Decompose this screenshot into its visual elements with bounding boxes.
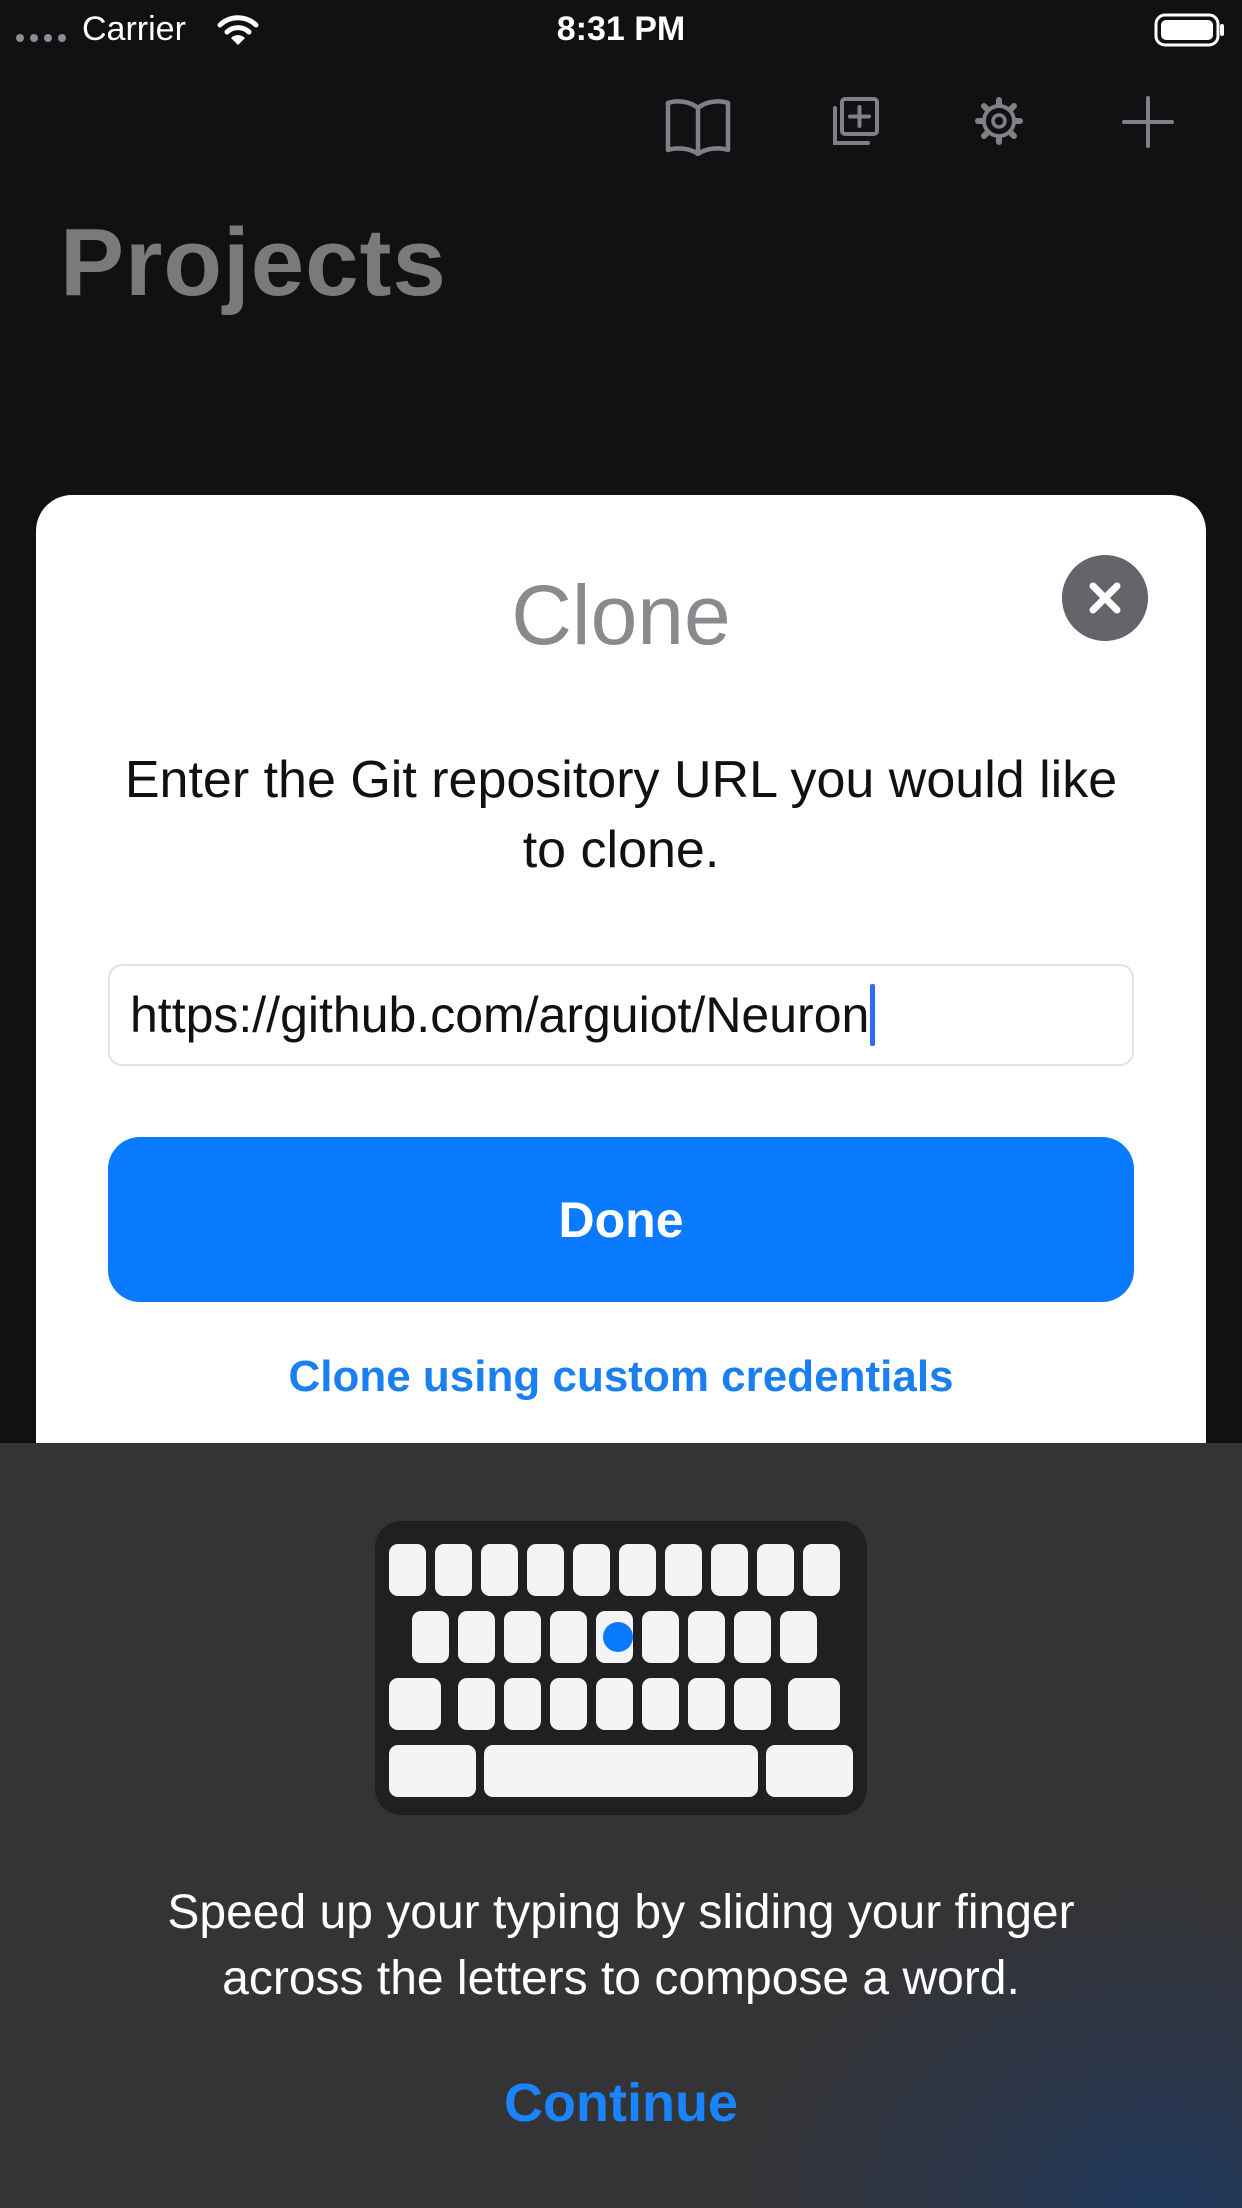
keyboard-illustration-icon [375,1521,867,1815]
page-title: Projects [60,209,447,316]
add-copy-icon[interactable] [830,96,880,148]
status-bar: Carrier 8:31 PM [0,0,1242,60]
book-icon[interactable] [664,96,732,156]
status-time: 8:31 PM [556,10,686,48]
url-input-value: https://github.com/arguiot/Neuron [130,987,870,1043]
text-cursor [870,984,876,1046]
plus-icon[interactable] [1122,96,1174,148]
repository-url-input[interactable]: https://github.com/arguiot/Neuron [108,964,1134,1066]
sheet-message: Enter the Git repository URL you would l… [124,751,1118,879]
sheet-title: Clone [511,568,731,662]
battery-icon [1154,13,1224,47]
continue-button[interactable]: Continue [0,2072,1242,2134]
custom-credentials-link[interactable]: Clone using custom credentials [36,1352,1206,1402]
gear-icon[interactable] [974,96,1024,146]
keyboard-tip-message: Speed up your typing by sliding your fin… [167,1886,1075,2005]
keyboard-tip-panel: Speed up your typing by sliding your fin… [0,1443,1242,2208]
done-button[interactable]: Done [108,1137,1134,1302]
clone-sheet: Clone Enter the Git repository URL you w… [36,495,1206,1495]
